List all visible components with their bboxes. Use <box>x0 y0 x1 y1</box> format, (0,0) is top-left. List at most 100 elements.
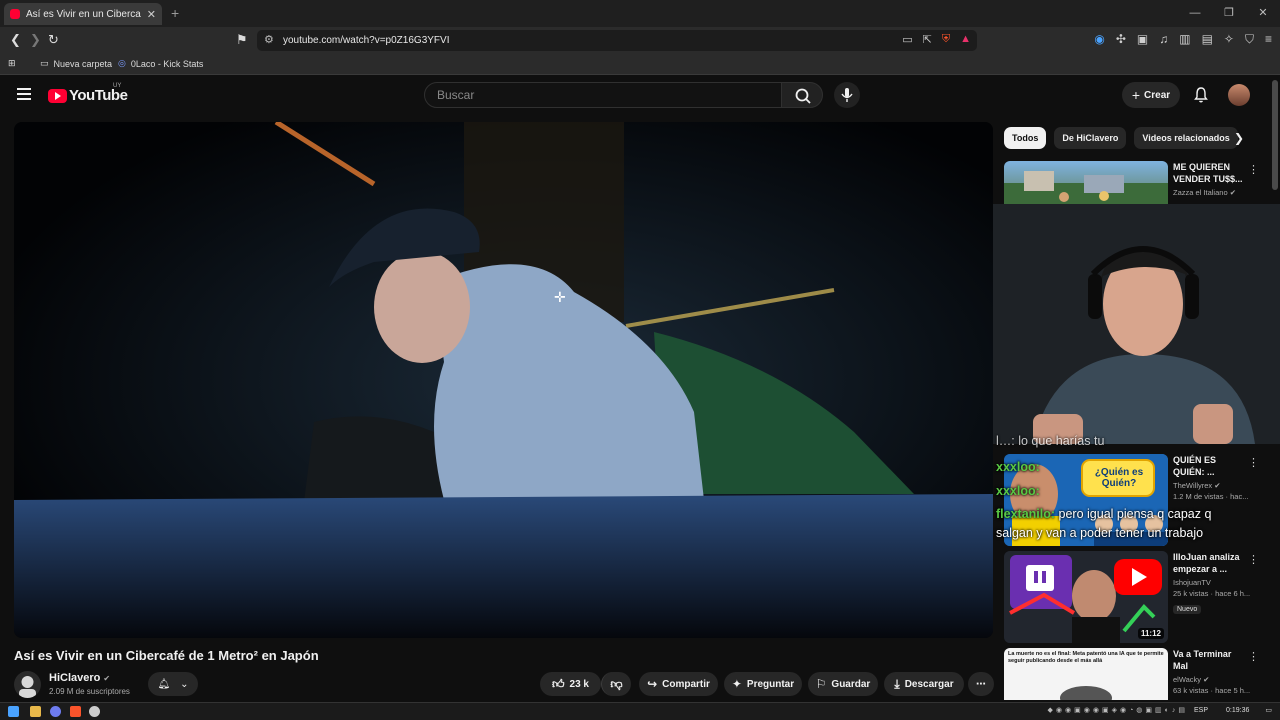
kick-stats-icon: ◎ <box>118 58 126 68</box>
menu-icon[interactable]: ≡ <box>1265 32 1272 47</box>
windows-start-icon[interactable] <box>8 706 19 717</box>
browser-tab[interactable]: Así es Vivir en un Cibercafé de 1 ✕ <box>4 3 162 25</box>
like-button[interactable]: 👍︎ 23 k <box>540 672 601 696</box>
more-vert-icon[interactable]: ⋮ <box>1248 650 1259 663</box>
address-bar[interactable]: ⚙ youtube.com/watch?v=p0Z16G3YFVI ▭ ⇱ ⛨ … <box>257 30 977 51</box>
more-actions-button[interactable]: ⋯ <box>968 672 994 696</box>
apps-grid-icon[interactable]: ⊞ <box>8 58 16 69</box>
notifications-bell-icon[interactable] <box>1192 86 1210 104</box>
chat-text: l…: lo que harías tu <box>996 434 1105 448</box>
new-badge: Nuevo <box>1173 605 1202 614</box>
language-indicator[interactable]: ESP <box>1194 707 1208 714</box>
audio-icon[interactable]: ◉ <box>1094 32 1104 47</box>
site-settings-icon[interactable]: ⚙ <box>264 33 274 46</box>
voice-search-button[interactable] <box>834 82 860 108</box>
discord-icon[interactable] <box>50 706 61 717</box>
forward-icon[interactable]: ❯ <box>30 32 41 48</box>
music-icon[interactable]: ♫ <box>1159 32 1168 47</box>
channel-name[interactable]: HiClavero ✔ <box>49 672 110 684</box>
recommendation-channel: Zazza el Italiano ✔ <box>1173 188 1245 197</box>
share-button[interactable]: ↪ Compartir <box>639 672 718 696</box>
sidebar-toggle-icon[interactable]: ▥ <box>1179 32 1190 47</box>
video-thumbnail <box>1004 161 1168 204</box>
thumbs-down-icon: 👎︎ <box>610 676 623 691</box>
subscription-notifications-button[interactable]: 🔔︎ ⌄ <box>148 672 198 696</box>
back-icon[interactable]: ❮ <box>10 32 21 48</box>
share-icon: ↪ <box>647 677 658 691</box>
channel-avatar[interactable] <box>14 671 41 698</box>
chip-from-channel[interactable]: De HiClavero <box>1054 127 1127 149</box>
close-window-icon[interactable]: ✕ <box>1246 0 1280 27</box>
bookmark-save-icon: ⚐ <box>815 677 827 691</box>
search-input[interactable]: Buscar <box>424 82 782 108</box>
share-page-icon[interactable]: ⇱ <box>923 33 932 46</box>
file-explorer-icon[interactable] <box>30 706 41 717</box>
verified-icon: ✔ <box>1203 675 1210 684</box>
bookmark-label: 0Laco - Kick Stats <box>130 58 204 69</box>
bookmark-icon[interactable]: ⚑ <box>236 32 248 48</box>
video-thumbnail: La muerte no es el final: Meta patentó u… <box>1004 648 1168 700</box>
plus-icon: + <box>1131 87 1141 103</box>
page-scrollbar[interactable] <box>1272 80 1278 190</box>
chat-message: salgan y van a poder tener un trabajo <box>996 526 1203 540</box>
video-title: Así es Vivir en un Cibercafé de 1 Metro²… <box>14 648 319 663</box>
search-icon <box>795 88 811 104</box>
recommendation-views: 63 k vistas · hace 5 h... <box>1173 686 1251 695</box>
recommendation-title: IlloJuan analiza empezar a ... <box>1173 552 1240 574</box>
video-player[interactable]: ✛ <box>14 122 993 638</box>
cursor-crosshair-icon: ✛ <box>554 289 566 305</box>
reload-icon[interactable]: ↻ <box>48 32 59 48</box>
channel-text: TheWillyrex <box>1173 481 1213 490</box>
new-tab-button[interactable]: + <box>171 5 179 21</box>
chat-username: flextanilo: <box>996 507 1056 521</box>
brave-shield-icon[interactable]: ⛨ <box>942 33 950 46</box>
bookmark-folder[interactable]: ▭ Nueva carpeta <box>40 58 112 69</box>
extensions-icon[interactable]: ✣ <box>1116 32 1126 47</box>
clock[interactable]: 0:19:36 <box>1226 707 1249 714</box>
youtube-play-icon <box>48 88 67 103</box>
chat-username: xxxloo: <box>996 460 1040 474</box>
download-button[interactable]: ⤓ Descargar <box>884 672 964 696</box>
thumbnail-image <box>1004 171 1168 204</box>
wallet-icon[interactable]: ▤ <box>1202 32 1213 47</box>
dislike-button[interactable]: 👎︎ <box>601 672 631 696</box>
notifications-icon[interactable]: ▭ <box>1265 706 1272 714</box>
tray-icons[interactable]: ◆◉◉▣◉◉▣◈◉◔◍▣▥◐♪▤ <box>1048 706 1188 714</box>
ask-button[interactable]: ✦ Preguntar <box>724 672 802 696</box>
tab-close-icon[interactable]: ✕ <box>147 8 156 21</box>
restore-icon[interactable]: ❐ <box>1212 0 1246 27</box>
recommendation-title: Va a Terminar Mal <box>1173 649 1232 671</box>
hamburger-menu-icon[interactable] <box>17 88 31 100</box>
more-vert-icon[interactable]: ⋮ <box>1248 553 1259 566</box>
save-label: Guardar <box>831 678 871 690</box>
microphone-icon <box>841 88 853 102</box>
chip-related[interactable]: Videos relacionados <box>1134 127 1239 149</box>
brave-browser-icon[interactable] <box>70 706 81 717</box>
chat-message: l…: lo que harías tu <box>996 434 1104 448</box>
more-vert-icon[interactable]: ⋮ <box>1248 456 1259 469</box>
share-label: Compartir <box>662 678 710 690</box>
create-button[interactable]: + Crear <box>1122 82 1180 108</box>
youtube-logo[interactable]: YouTube UY <box>48 83 128 104</box>
chevron-right-icon[interactable]: ❯ <box>1234 131 1244 145</box>
create-label: Crear <box>1144 89 1171 101</box>
screenshot-icon[interactable]: ▣ <box>1137 32 1148 47</box>
bookmark-link[interactable]: ◎ 0Laco - Kick Stats <box>118 58 203 69</box>
filter-chips: Todos De HiClavero Videos relacionados <box>1004 127 1239 149</box>
cast-icon[interactable]: ▭ <box>902 33 912 46</box>
minimize-icon[interactable]: — <box>1178 0 1212 27</box>
save-button[interactable]: ⚐ Guardar <box>808 672 878 696</box>
brave-rewards-icon[interactable]: ▲ <box>960 33 971 46</box>
chip-all[interactable]: Todos <box>1004 127 1047 149</box>
account-avatar[interactable] <box>1228 84 1250 106</box>
chat-message: xxxloo: <box>996 484 1040 498</box>
verified-icon: ✔ <box>1229 188 1237 197</box>
ask-label: Preguntar <box>746 678 795 690</box>
more-vert-icon[interactable]: ⋮ <box>1248 163 1259 176</box>
search-button[interactable] <box>781 82 823 108</box>
subscriber-count: 2.09 M de suscriptores <box>49 687 130 696</box>
video-thumbnail: 11:12 <box>1004 551 1168 643</box>
vpn-icon[interactable]: ⛉ <box>1245 32 1254 47</box>
app-icon[interactable] <box>89 706 100 717</box>
leo-ai-icon[interactable]: ✧ <box>1224 32 1234 47</box>
